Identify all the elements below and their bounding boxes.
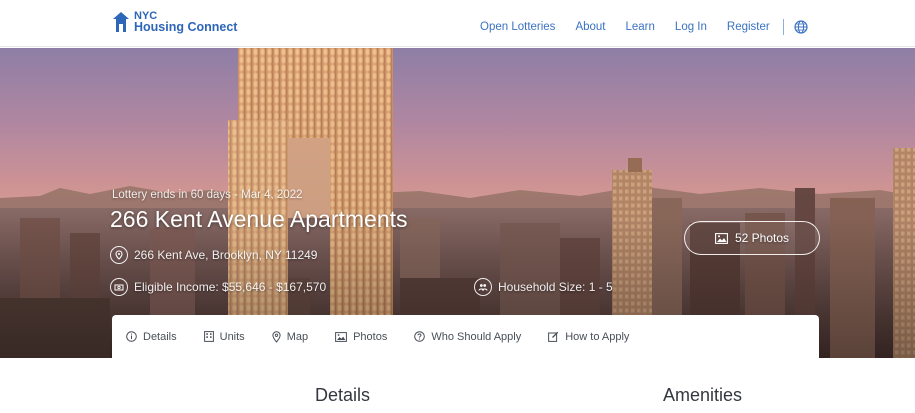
- nav-divider: [782, 19, 784, 35]
- tab-how-to-apply-label: How to Apply: [565, 330, 630, 343]
- details-heading: Details: [315, 385, 371, 405]
- main-nav: Open Lotteries About Learn Log In Regist…: [480, 19, 808, 35]
- globe-icon[interactable]: [794, 20, 808, 34]
- building-icon: [203, 331, 214, 342]
- hero-overlay: Lottery ends in 60 days - Mar 4, 2022 26…: [0, 48, 915, 358]
- nav-open-lotteries[interactable]: Open Lotteries: [480, 21, 555, 33]
- tab-who-should-apply[interactable]: Who Should Apply: [414, 331, 521, 343]
- image-icon: [335, 331, 347, 342]
- tab-map-label: Map: [286, 330, 309, 343]
- tab-how-to-apply[interactable]: How to Apply: [548, 331, 629, 343]
- nyc-housing-connect-logo[interactable]: NYC Housing Connect: [112, 11, 237, 33]
- tab-details[interactable]: Details: [126, 331, 177, 343]
- income-text: Eligible Income: $55,646 - $167,570: [134, 280, 327, 294]
- edit-icon: [548, 331, 559, 342]
- top-header: NYC Housing Connect Open Lotteries About…: [0, 0, 915, 47]
- image-icon: [715, 232, 728, 244]
- hero-banner: Lottery ends in 60 days - Mar 4, 2022 26…: [0, 48, 915, 358]
- household-row: Household Size: 1 - 5: [474, 278, 613, 296]
- money-icon: [110, 278, 128, 296]
- tab-photos[interactable]: Photos: [335, 331, 387, 343]
- tab-units-label: Units: [219, 330, 245, 343]
- view-photos-button[interactable]: 52 Photos: [684, 221, 820, 255]
- photos-count-label: 52 Photos: [734, 231, 790, 245]
- lottery-deadline: Lottery ends in 60 days - Mar 4, 2022: [112, 189, 303, 201]
- tab-details-label: Details: [143, 330, 177, 343]
- house-logo-icon: [113, 12, 129, 32]
- tab-map[interactable]: Map: [272, 331, 308, 343]
- tab-photos-label: Photos: [353, 330, 388, 343]
- nav-log-in[interactable]: Log In: [675, 21, 707, 33]
- amenities-heading: Amenities: [663, 385, 743, 405]
- location-icon: [110, 246, 128, 264]
- income-row: Eligible Income: $55,646 - $167,570: [110, 278, 326, 296]
- nav-about[interactable]: About: [575, 21, 605, 33]
- nav-learn[interactable]: Learn: [626, 21, 655, 33]
- info-icon: [126, 331, 137, 342]
- household-text: Household Size: 1 - 5: [498, 280, 613, 294]
- question-icon: [414, 331, 426, 342]
- listing-title: 266 Kent Avenue Apartments: [110, 206, 408, 232]
- tab-who-should-apply-label: Who Should Apply: [431, 330, 522, 343]
- tab-units[interactable]: Units: [203, 330, 245, 343]
- address-text: 266 Kent Ave, Brooklyn, NY 11249: [134, 248, 318, 262]
- people-icon: [474, 278, 492, 296]
- nav-register[interactable]: Register: [727, 21, 770, 33]
- logo-text: NYC Housing Connect: [134, 11, 238, 34]
- map-pin-icon: [272, 330, 281, 343]
- address-row: 266 Kent Ave, Brooklyn, NY 11249: [110, 246, 317, 264]
- listing-tabs: Details Units Map Photos Who Should Appl…: [112, 315, 819, 358]
- logo-line2: Housing Connect: [134, 20, 238, 34]
